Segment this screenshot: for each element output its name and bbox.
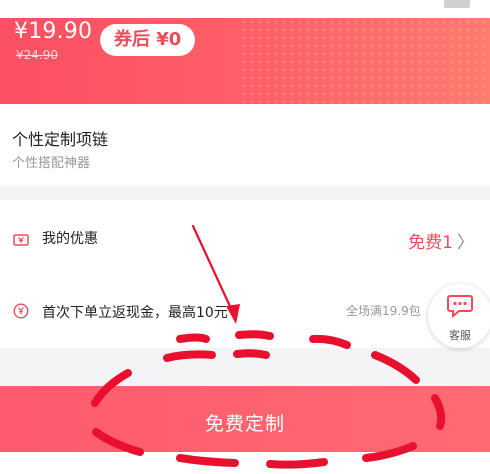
annotation-arrowhead xyxy=(226,304,240,324)
chat-bubble-icon xyxy=(447,295,473,318)
customer-service-label: 客服 xyxy=(449,329,471,342)
section-divider-bottom xyxy=(0,348,490,386)
banner-dot-pattern xyxy=(240,18,490,104)
my-benefit-value[interactable]: 免费1 〉 xyxy=(408,228,474,253)
chevron-right-icon: 〉 xyxy=(457,233,474,253)
top-strip xyxy=(0,0,490,18)
cashback-label: 首次下单立返现金，最高10元 xyxy=(42,305,228,321)
product-subtitle: 个性搭配神器 xyxy=(12,156,91,171)
ticket-icon xyxy=(13,234,29,246)
current-price: ¥19.90 xyxy=(14,19,93,44)
full-site-promo-note: 全场满19.9包 xyxy=(346,304,421,318)
free-customize-label: 免费定制 xyxy=(204,413,285,435)
top-corner-icon[interactable] xyxy=(444,0,470,8)
section-divider xyxy=(0,186,490,200)
bottom-safe-area xyxy=(0,452,490,474)
yen-circle-icon xyxy=(13,303,29,319)
page: ¥19.90 ¥24.90 券后 ¥0 个性定制项链 个性搭配神器 我的优惠 免… xyxy=(0,0,490,474)
my-benefit-label: 我的优惠 xyxy=(42,231,98,247)
original-price: ¥24.90 xyxy=(16,48,58,62)
coupon-price-badge: 券后 ¥0 xyxy=(100,24,196,56)
my-benefit-value-text: 免费1 xyxy=(408,233,453,253)
product-title: 个性定制项链 xyxy=(12,130,109,149)
